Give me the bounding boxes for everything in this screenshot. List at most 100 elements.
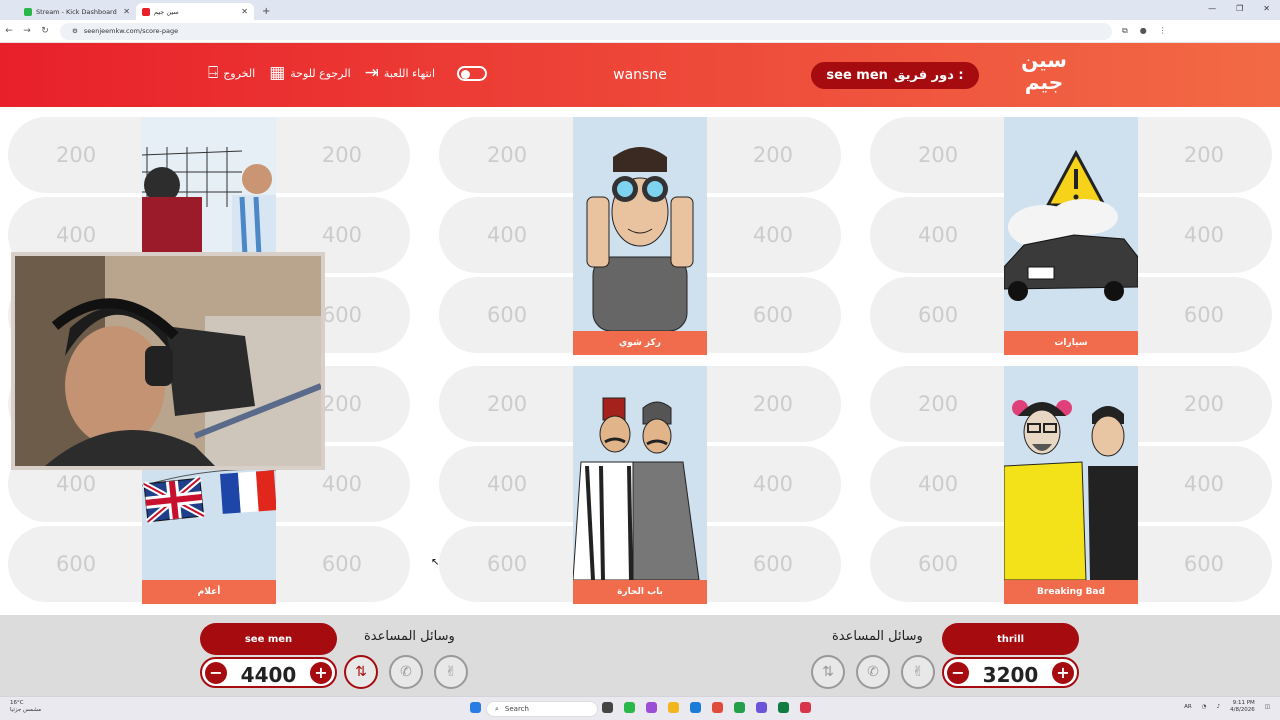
task-view-icon[interactable] [602,702,613,713]
two-answers-aid-button[interactable]: ✌ [901,655,935,689]
app-icon[interactable] [800,702,811,713]
weather-desc: مشمس جزئيا [10,707,42,713]
close-tab-icon[interactable]: ✕ [241,7,248,16]
score-value-right: 3200 [982,663,1039,687]
breaking-bad-illustration [1004,400,1138,580]
question-600-right[interactable]: 600 [1184,303,1224,327]
question-200-left[interactable]: 200 [487,143,527,167]
category-card[interactable]: ركز شوي [573,117,707,355]
question-600-right[interactable]: 600 [322,303,362,327]
close-tab-icon[interactable]: ✕ [123,7,130,16]
question-600-left[interactable]: 600 [918,552,958,576]
notification-icon[interactable]: ◫ [1265,704,1270,710]
question-400-right[interactable]: 400 [322,472,362,496]
webcam-feed [15,256,321,466]
weather-temp: 16°C [10,700,24,706]
question-200-left[interactable]: 200 [918,143,958,167]
wifi-icon[interactable]: ◔ [1202,704,1207,710]
increase-score-button[interactable]: + [1052,662,1074,684]
call-aid-button[interactable]: ✆ [389,655,423,689]
question-400-left[interactable]: 400 [56,223,96,247]
question-200-right[interactable]: 200 [322,392,362,416]
binoculars-illustration [586,147,694,331]
question-200-right[interactable]: 200 [1184,143,1224,167]
app-icon[interactable] [778,702,789,713]
score-control-left: − 4400 + [200,657,337,688]
decrease-score-button[interactable]: − [947,662,969,684]
question-600-right[interactable]: 600 [753,552,793,576]
profile-icon[interactable]: ● [1140,26,1147,36]
swap-aid-button[interactable]: ⇅ [344,655,378,689]
chrome-icon[interactable] [712,702,723,713]
close-window-icon[interactable]: ✕ [1263,4,1270,13]
category-card[interactable]: Breaking Bad [1004,366,1138,604]
swap-icon: ⇅ [822,664,834,680]
swap-aid-button[interactable]: ⇅ [811,655,845,689]
exit-door-icon: ⍈ [208,63,219,83]
new-tab-icon[interactable]: + [262,6,270,17]
exit-button[interactable]: ⍈ الخروج [208,65,255,82]
weather-widget[interactable]: 16°C مشمس جزئيا [10,700,41,714]
app-icon[interactable] [646,702,657,713]
question-400-left[interactable]: 400 [918,223,958,247]
question-600-left[interactable]: 600 [56,552,96,576]
question-200-right[interactable]: 200 [322,143,362,167]
tab-kick-dashboard[interactable]: Stream - Kick Dashboard ✕ [18,3,136,20]
call-aid-button[interactable]: ✆ [856,655,890,689]
question-200-right[interactable]: 200 [1184,392,1224,416]
question-600-right[interactable]: 600 [322,552,362,576]
end-game-button[interactable]: ⇥ انتهاء اللعبة [365,65,435,82]
increase-score-button[interactable]: + [310,662,332,684]
clock[interactable]: 9:11 PM 4/8/2026 [1230,700,1255,714]
question-400-right[interactable]: 400 [753,472,793,496]
back-icon[interactable]: ← [0,26,18,36]
question-600-right[interactable]: 600 [753,303,793,327]
question-200-left[interactable]: 200 [487,392,527,416]
forward-icon[interactable]: → [18,26,36,36]
question-600-left[interactable]: 600 [918,303,958,327]
game-name: wansne [613,67,667,83]
minimize-icon[interactable]: — [1208,4,1216,13]
question-600-right[interactable]: 600 [1184,552,1224,576]
question-200-right[interactable]: 200 [753,392,793,416]
question-400-left[interactable]: 400 [487,472,527,496]
question-400-left[interactable]: 400 [487,223,527,247]
volume-icon[interactable]: ♪ [1217,704,1221,710]
seenjeem-logo[interactable]: سين جيم [1016,49,1072,103]
question-600-left[interactable]: 600 [487,303,527,327]
menu-icon[interactable]: ⋮ [1159,26,1167,36]
two-answers-aid-button[interactable]: ✌ [434,655,468,689]
question-600-left[interactable]: 600 [487,552,527,576]
question-400-right[interactable]: 400 [322,223,362,247]
question-400-right[interactable]: 400 [1184,223,1224,247]
question-400-left[interactable]: 400 [918,472,958,496]
turn-label: دور فريق : [893,68,964,83]
app-icon[interactable] [734,702,745,713]
question-200-left[interactable]: 200 [918,392,958,416]
question-200-left[interactable]: 200 [56,143,96,167]
category-card[interactable]: باب الحارة [573,366,707,604]
question-200-right[interactable]: 200 [753,143,793,167]
decrease-score-button[interactable]: − [205,662,227,684]
start-icon[interactable] [470,702,481,713]
category-card[interactable]: سيارات [1004,117,1138,355]
question-400-right[interactable]: 400 [753,223,793,247]
extension-icon[interactable]: ⧉ [1122,26,1128,36]
site-info-icon[interactable]: ⚙ [72,27,78,35]
question-400-right[interactable]: 400 [1184,472,1224,496]
toggle-switch[interactable] [457,66,488,81]
url-text: seenjeemkw.com/score-page [83,27,179,35]
file-explorer-icon[interactable] [668,702,679,713]
question-400-left[interactable]: 400 [56,472,96,496]
maximize-icon[interactable]: ❐ [1236,4,1243,13]
url-field[interactable]: ⚙ seenjeemkw.com/score-page [60,22,1112,40]
app-icon[interactable] [624,702,635,713]
app-icon[interactable] [756,702,767,713]
taskbar-search[interactable]: ⌕ Search [486,701,598,717]
app-icon[interactable] [690,702,701,713]
webcam-overlay [11,252,325,470]
back-to-board-button[interactable]: ▦ الرجوع للوحة [269,65,350,82]
tab-seen-jeem[interactable]: سين جيم ✕ [136,3,254,20]
language-indicator[interactable]: AR [1184,704,1192,710]
reload-icon[interactable]: ↻ [36,26,54,36]
